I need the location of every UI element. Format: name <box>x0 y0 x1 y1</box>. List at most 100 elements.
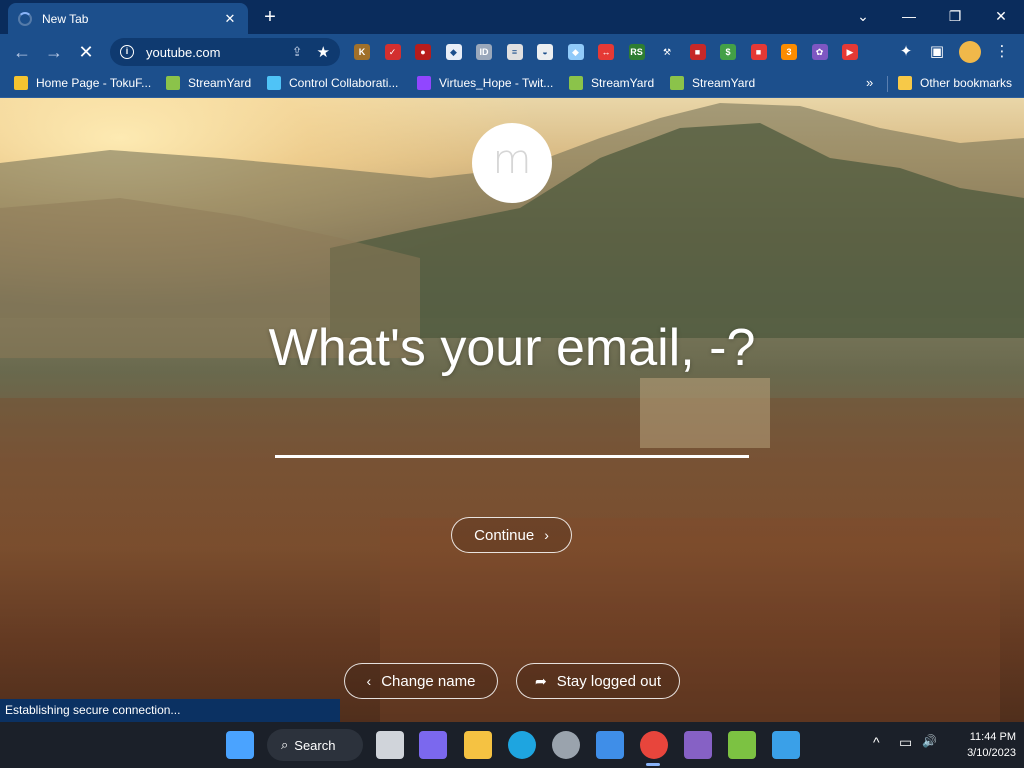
volume-icon[interactable]: 🔊 <box>922 734 937 748</box>
status-bubble: Establishing secure connection... <box>0 699 340 722</box>
tab-strip: New Tab ✕ + ⌄ — ❐ ✕ <box>0 0 1024 34</box>
rs-extension-icon[interactable]: RS <box>628 44 645 60</box>
email-question: What's your email, -? <box>268 319 756 377</box>
bookmark-label: Virtues_Hope - Twit... <box>439 76 554 90</box>
change-name-button[interactable]: ‹ Change name <box>344 663 498 699</box>
bookmark-item[interactable]: Virtues_Hope - Twit... <box>417 76 553 90</box>
white-extension-icon[interactable]: ◆ <box>445 44 462 60</box>
momentum-logo: m <box>472 123 552 203</box>
windows-taskbar: ⌕ Search ^ ▭ 🔊 11:44 PM 3/10/2023 <box>0 722 1024 768</box>
close-window-button[interactable]: ✕ <box>978 4 1024 28</box>
record-extension-icon[interactable]: ● <box>415 44 431 60</box>
email-input[interactable] <box>275 418 749 458</box>
clock-date: 3/10/2023 <box>967 747 1016 759</box>
task-view-icon[interactable] <box>376 731 404 759</box>
badge-extension-icon[interactable]: 3 <box>781 44 797 60</box>
momentum-page: m What's your email, -? Continue › ‹ Cha… <box>0 98 1024 722</box>
clock-time: 11:44 PM <box>969 731 1016 743</box>
tray-overflow-chevron-icon[interactable]: ^ <box>873 734 880 750</box>
address-bar[interactable]: i youtube.com ⇪ ★ <box>110 38 340 66</box>
bookmark-favicon-icon <box>569 76 583 90</box>
store-icon[interactable] <box>596 731 624 759</box>
continue-label: Continue <box>474 526 535 544</box>
bookmark-favicon-icon <box>14 76 28 90</box>
other-bookmarks-label: Other bookmarks <box>920 76 1013 90</box>
k-extension-icon[interactable]: K <box>354 44 370 60</box>
logo-letter: m <box>492 137 532 183</box>
change-name-label: Change name <box>381 672 476 690</box>
stop-loading-button[interactable]: ✕ <box>74 40 98 64</box>
bookmark-item[interactable]: Control Collaborati... <box>267 76 398 90</box>
network-icon[interactable]: ▭ <box>899 734 912 751</box>
spy-extension-icon[interactable]: ◒ <box>537 44 553 60</box>
bookmark-label: Control Collaborati... <box>289 76 399 90</box>
arrows-extension-icon[interactable]: ↔ <box>598 44 614 60</box>
bookmarks-divider <box>887 76 888 92</box>
bookmark-favicon-icon <box>417 76 431 90</box>
red-extension-icon[interactable]: ■ <box>689 44 706 60</box>
minimize-button[interactable]: — <box>886 4 932 28</box>
file-explorer-icon[interactable] <box>464 731 492 759</box>
red-check-extension-icon[interactable]: ✓ <box>384 44 401 60</box>
start-icon[interactable] <box>226 731 254 759</box>
search-label: Search <box>294 737 336 753</box>
bookmark-item[interactable]: StreamYard <box>166 76 251 90</box>
bookmark-item[interactable]: StreamYard <box>569 76 654 90</box>
money-extension-icon[interactable]: $ <box>720 44 736 60</box>
bookmark-label: Home Page - TokuF... <box>36 76 152 90</box>
bookmark-favicon-icon <box>670 76 684 90</box>
bookmark-label: StreamYard <box>692 76 756 90</box>
bookmark-label: StreamYard <box>188 76 252 90</box>
chevron-left-icon: ‹ <box>366 673 372 689</box>
chrome-icon[interactable] <box>640 731 668 759</box>
purple-extension-icon[interactable]: ✿ <box>811 44 828 60</box>
tab-close-icon[interactable]: ✕ <box>222 11 238 27</box>
profile-avatar[interactable] <box>959 41 981 63</box>
bookmark-label: StreamYard <box>591 76 655 90</box>
site-info-icon[interactable]: i <box>120 45 134 59</box>
search-icon: ⌕ <box>281 737 289 752</box>
bookmark-item[interactable]: Home Page - TokuF... <box>14 76 151 90</box>
bookmarks-bar: Home Page - TokuF... StreamYard Control Co… <box>0 70 1024 98</box>
share-arrow-icon: ➦ <box>535 672 547 689</box>
browser-menu-icon[interactable]: ⋮ <box>991 42 1013 62</box>
teams-chat-icon[interactable] <box>419 731 447 759</box>
chevron-right-icon: › <box>544 527 549 543</box>
stay-logged-out-label: Stay logged out <box>556 672 661 690</box>
tab-new-tab[interactable]: New Tab ✕ <box>8 3 248 34</box>
youtube-extension-icon[interactable]: ▶ <box>842 44 858 60</box>
system-clock[interactable]: 11:44 PM 3/10/2023 <box>946 729 1016 761</box>
stay-logged-out-button[interactable]: ➦ Stay logged out <box>516 663 680 699</box>
taskbar-search[interactable]: ⌕ Search <box>267 729 363 761</box>
tab-search-chevron-icon[interactable]: ⌄ <box>840 4 886 28</box>
side-panel-icon[interactable]: ▣ <box>926 42 948 62</box>
bookmarks-overflow-button[interactable]: » <box>866 75 873 90</box>
bookmark-favicon-icon <box>166 76 180 90</box>
settings-icon[interactable] <box>552 731 580 759</box>
url-extension-icon[interactable]: ≡ <box>506 44 523 60</box>
edge-icon[interactable] <box>508 731 536 759</box>
forward-button[interactable]: → <box>42 40 66 64</box>
id-extension-icon[interactable]: ID <box>476 44 492 60</box>
blue-square-extension-icon[interactable]: ◆ <box>567 44 584 60</box>
visual-studio-icon[interactable] <box>684 731 712 759</box>
continue-button[interactable]: Continue › <box>451 517 572 553</box>
bookmark-star-icon[interactable]: ★ <box>317 43 330 61</box>
browser-toolbar: ← → ✕ i youtube.com ⇪ ★ K ✓ ● ◆ ID ≡ ◒ ◆ ↔ RS ⚒ ■ $ ■… <box>0 34 1024 70</box>
tool-extension-icon[interactable]: ⚒ <box>659 44 675 60</box>
back-button[interactable]: ← <box>10 40 34 64</box>
loading-spinner-icon <box>18 11 32 26</box>
photos-icon[interactable] <box>772 731 800 759</box>
active-app-indicator <box>646 763 660 766</box>
game-icon[interactable] <box>728 731 756 759</box>
new-tab-button[interactable]: + <box>258 6 282 28</box>
other-bookmarks-folder[interactable]: Other bookmarks <box>898 76 1012 90</box>
url-text[interactable]: youtube.com <box>146 45 292 60</box>
red-box-extension-icon[interactable]: ■ <box>750 44 767 60</box>
restore-button[interactable]: ❐ <box>932 4 978 28</box>
share-icon[interactable]: ⇪ <box>292 44 303 60</box>
extensions-puzzle-icon[interactable]: ✦ <box>895 42 917 62</box>
folder-icon <box>898 76 912 90</box>
tab-title: New Tab <box>42 11 89 26</box>
bookmark-item[interactable]: StreamYard <box>670 76 755 90</box>
